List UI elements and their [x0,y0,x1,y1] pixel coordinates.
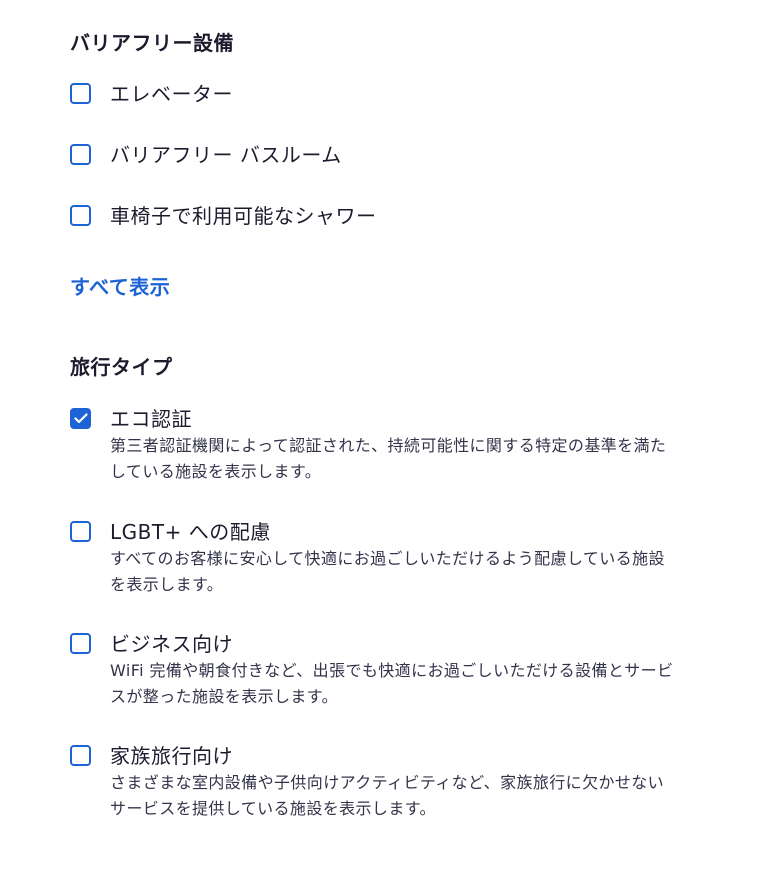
filter-panel: バリアフリー設備 エレベーター バリアフリー バスルーム 車椅子で利用可能なシャ… [0,0,767,892]
option-body: ビジネス向け WiFi 完備や朝食付きなど、出張でも快適にお過ごしいただける設備… [110,632,675,710]
option-label: 車椅子で利用可能なシャワー [110,204,377,228]
option-label: エレベーター [110,82,233,106]
checkmark-icon [73,413,88,424]
filter-option-elevator[interactable]: エレベーター [70,82,233,106]
checkbox[interactable] [70,83,91,104]
filter-option-family[interactable]: 家族旅行向け さまざまな室内設備や子供向けアクティビティなど、家族旅行に欠かせな… [70,744,675,822]
option-label: エコ認証 [110,407,192,431]
option-body: エコ認証 第三者認証機関によって認証された、持続可能性に関する特定の基準を満たし… [110,407,675,485]
option-description: すべてのお客様に安心して快適にお過ごしいただけるよう配慮している施設を表示します… [110,549,665,594]
checkbox[interactable] [70,205,91,226]
option-body: 家族旅行向け さまざまな室内設備や子供向けアクティビティなど、家族旅行に欠かせな… [110,744,675,822]
filter-option-business[interactable]: ビジネス向け WiFi 完備や朝食付きなど、出張でも快適にお過ごしいただける設備… [70,632,675,710]
filter-option-accessible-bathroom[interactable]: バリアフリー バスルーム [70,143,342,167]
option-description: 第三者認証機関によって認証された、持続可能性に関する特定の基準を満たしている施設… [110,436,667,481]
option-body: 車椅子で利用可能なシャワー [110,204,377,228]
option-label: ビジネス向け [110,632,233,656]
option-label: バリアフリー バスルーム [110,143,342,167]
option-description: さまざまな室内設備や子供向けアクティビティなど、家族旅行に欠かせないサービスを提… [110,773,665,818]
checkbox[interactable] [70,521,91,542]
option-label: 家族旅行向け [110,744,233,768]
checkbox-checked[interactable] [70,408,91,429]
option-body: バリアフリー バスルーム [110,143,342,167]
filter-option-lgbt-friendly[interactable]: LGBT+ への配慮 すべてのお客様に安心して快適にお過ごしいただけるよう配慮し… [70,520,675,598]
checkbox[interactable] [70,745,91,766]
filter-option-eco-certified[interactable]: エコ認証 第三者認証機関によって認証された、持続可能性に関する特定の基準を満たし… [70,407,675,485]
option-body: エレベーター [110,82,233,106]
filter-option-wheelchair-shower[interactable]: 車椅子で利用可能なシャワー [70,204,377,228]
option-description: WiFi 完備や朝食付きなど、出張でも快適にお過ごしいただける設備とサービスが整… [110,661,674,706]
checkbox[interactable] [70,144,91,165]
checkbox[interactable] [70,633,91,654]
accessibility-section-title: バリアフリー設備 [70,31,234,55]
option-body: LGBT+ への配慮 すべてのお客様に安心して快適にお過ごしいただけるよう配慮し… [110,520,675,598]
travel-type-section-title: 旅行タイプ [70,355,173,379]
option-label: LGBT+ への配慮 [110,520,271,544]
show-all-link[interactable]: すべて表示 [70,271,170,300]
